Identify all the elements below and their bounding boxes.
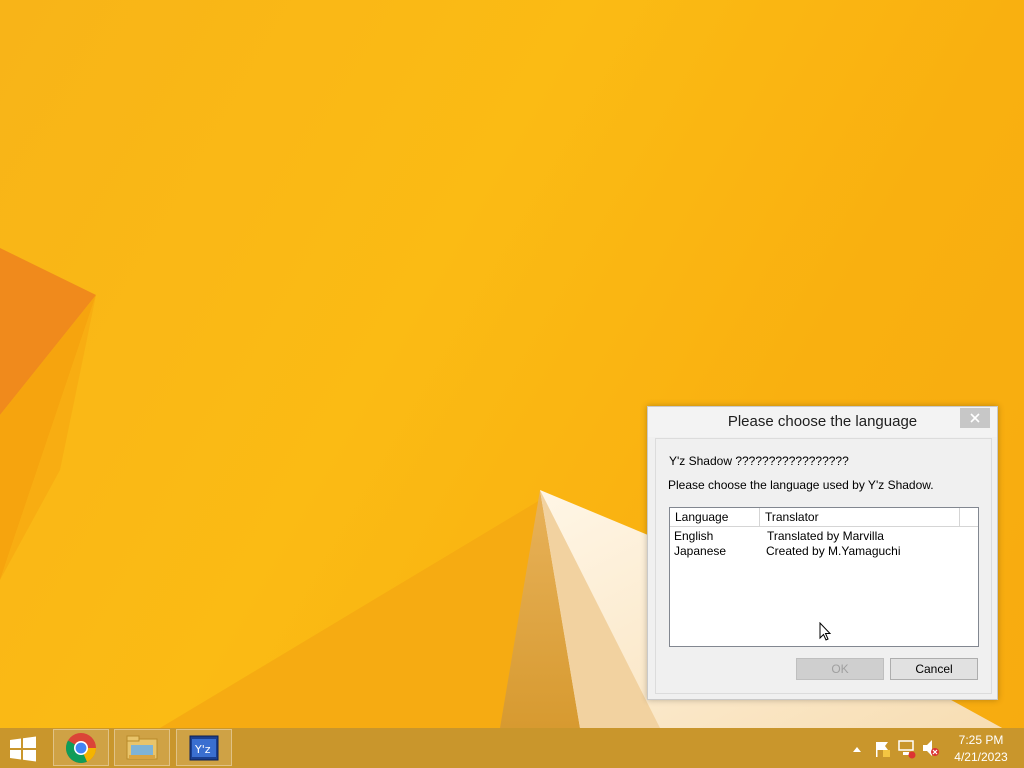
svg-text:Y'z: Y'z xyxy=(194,743,211,756)
ok-button[interactable]: OK xyxy=(796,658,884,680)
yz-shadow-icon: Y'z xyxy=(189,735,219,760)
clock-time[interactable]: 7:25 PM xyxy=(946,733,1016,747)
dialog-titlebar[interactable]: Please choose the language xyxy=(648,407,997,437)
language-dialog: Please choose the language Y'z Shadow ??… xyxy=(647,406,998,700)
column-header-language[interactable]: Language xyxy=(670,508,760,526)
mouse-cursor-icon xyxy=(819,622,832,641)
file-explorer-icon xyxy=(126,735,158,759)
taskbar-item-file-explorer[interactable] xyxy=(114,729,170,766)
dialog-body: Y'z Shadow ????????????????? Please choo… xyxy=(655,438,992,694)
close-icon xyxy=(970,413,980,423)
chrome-icon xyxy=(65,732,96,763)
action-center-flag-icon[interactable] xyxy=(873,728,891,768)
close-button[interactable] xyxy=(960,408,990,428)
list-header: Language Translator xyxy=(670,508,978,527)
cancel-button[interactable]: Cancel xyxy=(890,658,978,680)
taskbar: Y'z 7:25 PM 4/21/2023 xyxy=(0,728,1024,768)
taskbar-item-chrome[interactable] xyxy=(53,729,109,766)
list-item[interactable]: English Translated by Marvilla xyxy=(670,529,978,544)
windows-start-icon[interactable] xyxy=(8,736,38,762)
clock-date[interactable]: 4/21/2023 xyxy=(946,750,1016,764)
taskbar-item-yz-shadow[interactable]: Y'z xyxy=(176,729,232,766)
dialog-title: Please choose the language xyxy=(727,413,918,430)
instruction-text: Please choose the language used by Y'z S… xyxy=(668,478,934,492)
network-icon[interactable] xyxy=(897,728,917,768)
list-item-language: Japanese xyxy=(674,544,727,558)
column-header-translator[interactable]: Translator xyxy=(760,508,960,526)
app-title-text: Y'z Shadow ????????????????? xyxy=(669,454,849,468)
list-item-translator: Created by M.Yamaguchi xyxy=(766,544,901,558)
list-item-translator: Translated by Marvilla xyxy=(767,529,884,543)
list-item-language: English xyxy=(674,529,714,543)
list-item[interactable]: Japanese Created by M.Yamaguchi xyxy=(670,544,978,559)
show-hidden-icons-icon[interactable] xyxy=(850,728,864,768)
volume-muted-icon[interactable] xyxy=(921,728,941,768)
